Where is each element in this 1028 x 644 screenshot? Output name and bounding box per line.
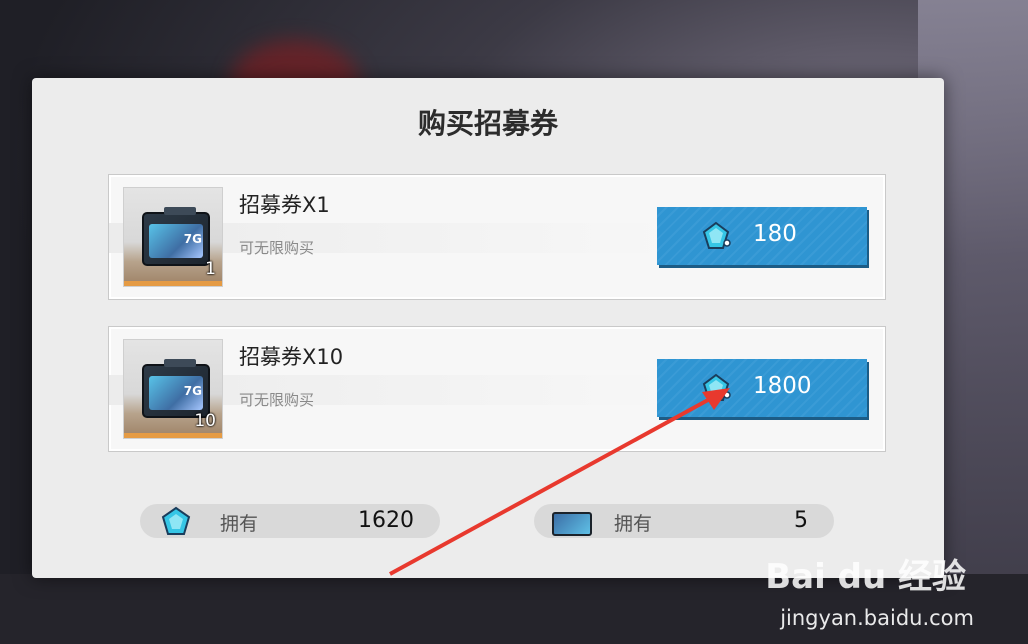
item-count: 10	[194, 411, 216, 431]
ticket-icon: 7G	[142, 359, 210, 418]
item-thumbnail[interactable]: 7G 1	[123, 187, 223, 287]
price-label: 1800	[753, 373, 812, 399]
item-name: 招募券X1	[239, 193, 330, 217]
watermark-url: jingyan.baidu.com	[780, 606, 974, 630]
owned-value: 5	[794, 508, 808, 533]
owned-ticket-counter: 拥有 5	[534, 504, 834, 538]
ticket-icon: 7G	[142, 207, 210, 266]
owned-currency-counter: 拥有 1620	[140, 504, 440, 538]
shop-item-row: 7G 1 招募券X1 可无限购买 180	[108, 174, 886, 300]
item-subtitle: 可无限购买	[239, 239, 315, 257]
crystal-icon	[702, 221, 731, 249]
shop-item-row: 7G 10 招募券X10 可无限购买 1800	[108, 326, 886, 452]
item-name: 招募券X10	[239, 345, 344, 369]
item-thumbnail[interactable]: 7G 10	[123, 339, 223, 439]
purchase-ticket-dialog: 购买招募券 7G 1 招募券X1 可无限购买 180 7G 10 招募券X10 …	[32, 78, 944, 578]
item-count: 1	[205, 259, 216, 279]
crystal-icon	[702, 373, 731, 401]
buy-button[interactable]: 1800	[657, 359, 867, 417]
owned-label: 拥有	[614, 513, 653, 535]
crystal-icon	[161, 506, 191, 535]
owned-label: 拥有	[220, 513, 259, 535]
dialog-title: 购买招募券	[417, 107, 558, 140]
watermark-logo: Bai du 经验	[765, 557, 966, 597]
owned-value: 1620	[358, 508, 414, 533]
price-label: 180	[753, 221, 797, 247]
ticket-icon	[552, 512, 592, 536]
buy-button[interactable]: 180	[657, 207, 867, 265]
item-subtitle: 可无限购买	[239, 391, 315, 409]
